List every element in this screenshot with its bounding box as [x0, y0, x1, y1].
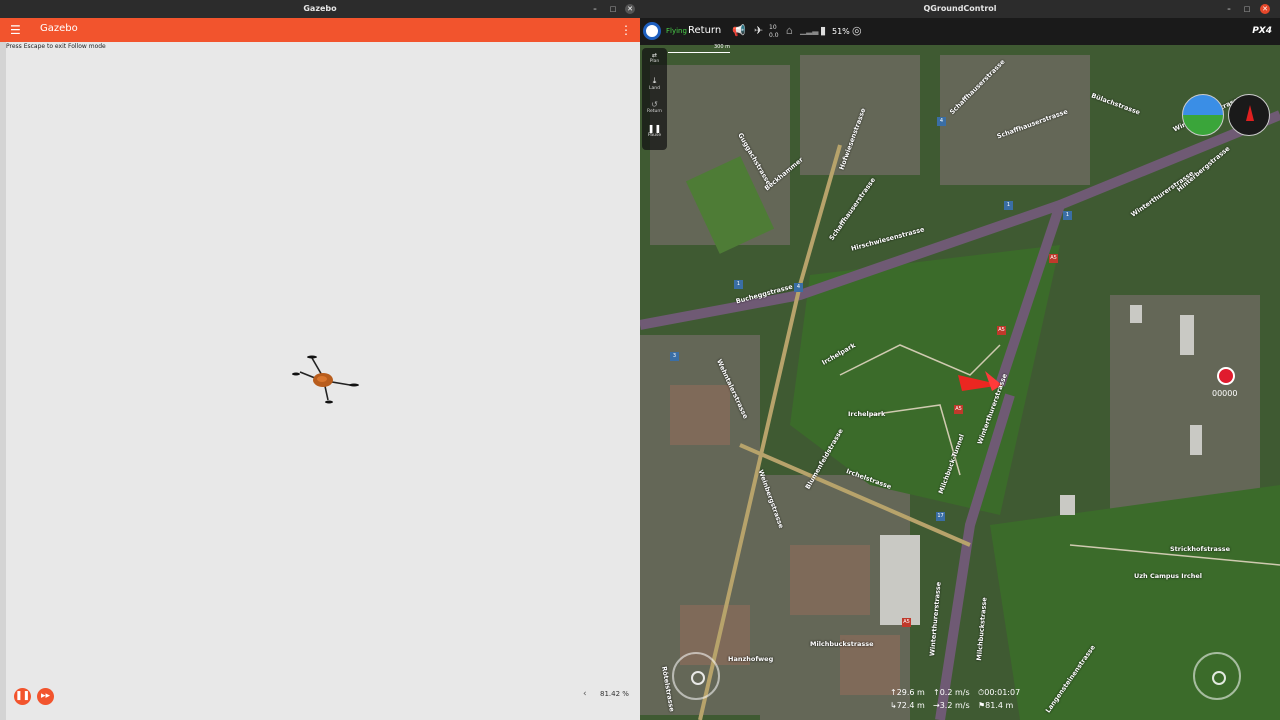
maximize-icon[interactable]: □	[608, 4, 618, 14]
vertical-speed-text: 0.2 m/s	[939, 688, 970, 697]
road-badge: 1	[734, 280, 743, 289]
left-thumbstick[interactable]	[672, 652, 720, 700]
road-badge: 4	[937, 117, 946, 126]
distance-text: 81.4 m	[985, 701, 1014, 710]
road-badge: 3	[670, 352, 679, 361]
plan-tool[interactable]: ⇄ Plan	[642, 52, 667, 64]
compass-indicator	[1228, 94, 1270, 136]
close-icon[interactable]: ✕	[1260, 4, 1270, 14]
record-button[interactable]	[1217, 367, 1235, 385]
road-badge: 1	[1063, 211, 1072, 220]
pause-icon: ❚❚	[647, 124, 662, 133]
chevron-left-icon[interactable]: ‹	[583, 689, 587, 699]
map-label: Strickhofstrasse	[1170, 545, 1231, 553]
map-scale: 300 m	[668, 44, 730, 62]
map-label: Hanzhofweg	[728, 655, 774, 663]
horizontal-speed-text: 3.2 m/s	[939, 701, 970, 710]
telemetry-panel[interactable]: ↑29.6 m ↑0.2 m/s ⏱00:01:07 ↳72.4 m →3.2 …	[890, 688, 1030, 716]
step-icon[interactable]: ▸▸	[37, 688, 54, 705]
vertical-speed-value: ↑0.2 m/s	[933, 688, 970, 697]
road-badge: 1	[1004, 201, 1013, 210]
road-badge: A5	[997, 326, 1006, 335]
altitude-value: ↑29.6 m	[890, 688, 925, 697]
battery-percent: 51%	[832, 27, 850, 36]
gazebo-bottom-bar: ❚❚ ▸▸ ‹ 81.42 %	[0, 684, 640, 708]
menu-icon[interactable]: ☰	[10, 23, 24, 37]
home-distance-text: 72.4 m	[896, 701, 925, 710]
map-label: Uzh Campus Irchel	[1134, 572, 1203, 580]
flight-status[interactable]: Flying	[666, 27, 687, 35]
gazebo-appbar: ☰ Gazebo ⋮	[0, 18, 640, 42]
flight-time-text: 00:01:07	[984, 688, 1021, 697]
map-imagery	[640, 45, 1280, 720]
flight-time-value: ⏱00:01:07	[978, 688, 1021, 697]
rtk-icon[interactable]: ◎	[852, 24, 862, 37]
fly-tool-strip: ⇄ Plan ⤓ Land ↺ Return ❚❚ Pause	[642, 48, 667, 150]
attitude-indicator	[1182, 94, 1224, 136]
land-label: Land	[649, 86, 660, 91]
road-badge: A5	[1049, 254, 1058, 263]
record-counter: 00000	[1212, 389, 1238, 398]
land-icon: ⤓	[652, 76, 657, 85]
gazebo-titlebar: Gazebo – □ ✕	[0, 0, 640, 18]
qgc-logo-icon[interactable]	[643, 22, 661, 40]
right-thumbstick[interactable]	[1193, 652, 1241, 700]
qgc-toolbar: Flying Return 📢 ✈ 10 0.0 ⌂ ▁▂▃ ▮ 51% ◎ P…	[640, 18, 1280, 45]
gazebo-side-strip	[0, 42, 6, 720]
minimize-icon[interactable]: –	[590, 4, 600, 14]
distance-value: ⚑81.4 m	[978, 701, 1014, 710]
px4-logo: PX4	[1252, 26, 1272, 36]
fly-icon: ⇄	[651, 52, 658, 59]
map-label: Irchelpark	[848, 410, 886, 418]
gazebo-app-title: Gazebo	[40, 23, 78, 34]
road-badge: 4	[794, 283, 803, 292]
maximize-icon[interactable]: □	[1242, 4, 1252, 14]
satellite-icon[interactable]: ✈	[754, 24, 763, 37]
return-icon: ↺	[651, 100, 658, 109]
follow-mode-hint: Press Escape to exit Follow mode	[6, 43, 106, 50]
pause-tool[interactable]: ❚❚ Pause	[642, 124, 667, 138]
home-distance-value: ↳72.4 m	[890, 701, 925, 710]
gazebo-window-title: Gazebo	[303, 4, 337, 13]
altitude-text: 29.6 m	[896, 688, 925, 697]
telemetry-signal-icon[interactable]: ▁▂▃	[800, 26, 818, 35]
real-time-factor: 81.42 %	[600, 690, 629, 698]
return-label: Return	[647, 109, 662, 114]
land-tool[interactable]: ⤓ Land	[642, 76, 667, 91]
pause-icon[interactable]: ❚❚	[14, 688, 31, 705]
battery-icon[interactable]: ▮	[820, 24, 826, 37]
kebab-icon[interactable]: ⋮	[620, 23, 632, 37]
road-badge: 17	[936, 512, 945, 521]
close-icon[interactable]: ✕	[625, 4, 635, 14]
qgc-window: QGroundControl – □ ✕ Schaffhauserstrasse…	[640, 0, 1280, 720]
qgc-titlebar: QGroundControl – □ ✕	[640, 0, 1280, 18]
gazebo-window: Gazebo – □ ✕ ☰ Gazebo ⋮ Press Escape to …	[0, 0, 640, 720]
map-label: Milchbuckstrasse	[810, 640, 874, 648]
horizontal-speed-value: →3.2 m/s	[933, 701, 970, 710]
gps-hdop: 0.0	[769, 32, 779, 39]
satellite-map[interactable]: Schaffhauserstrasse Hirschwiesenstrasse …	[640, 45, 1280, 720]
minimize-icon[interactable]: –	[1224, 4, 1234, 14]
pause-label: Pause	[647, 133, 662, 138]
heading-arrow-icon	[1246, 105, 1254, 121]
plan-label: Plan	[649, 59, 660, 64]
road-badge: A5	[954, 405, 963, 414]
megaphone-icon[interactable]: 📢	[732, 24, 746, 37]
road-badge: A5	[902, 618, 911, 627]
flight-mode[interactable]: Return	[688, 25, 721, 36]
rc-signal-icon[interactable]: ⌂	[786, 24, 793, 37]
map-scale-label: 300 m	[713, 44, 730, 50]
qgc-window-title: QGroundControl	[923, 4, 997, 13]
gps-sat-count: 10	[769, 24, 777, 31]
drone-model[interactable]	[290, 352, 362, 407]
return-tool[interactable]: ↺ Return	[642, 100, 667, 114]
